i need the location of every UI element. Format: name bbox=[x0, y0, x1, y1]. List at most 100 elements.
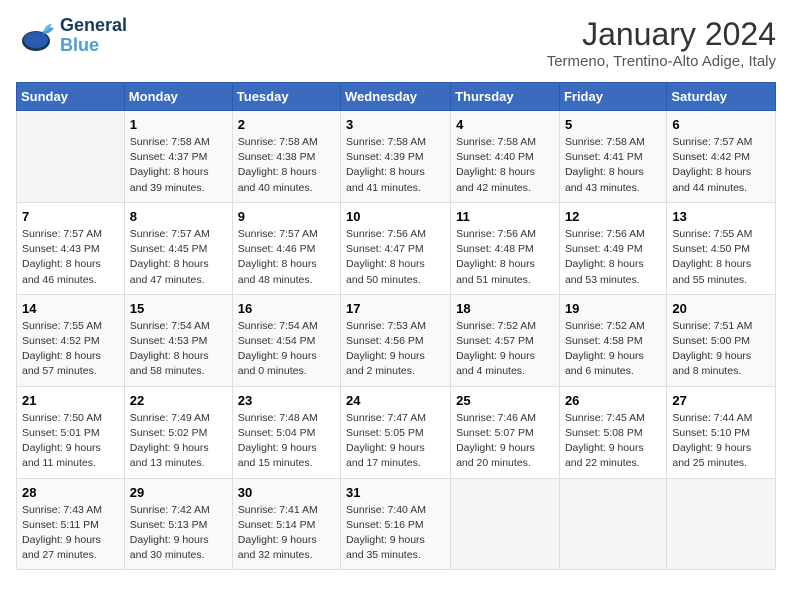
day-cell: 13 Sunrise: 7:55 AMSunset: 4:50 PMDayligh… bbox=[667, 202, 776, 294]
day-number: 17 bbox=[346, 301, 445, 316]
day-cell: 29Sunrise: 7:42 AMSunset: 5:13 PMDayligh… bbox=[124, 478, 232, 570]
header-row: SundayMondayTuesdayWednesdayThursdayFrid… bbox=[17, 83, 776, 111]
day-cell: 1 Sunrise: 7:58 AMSunset: 4:37 PMDaylight… bbox=[124, 111, 232, 203]
week-row-2: 7 Sunrise: 7:57 AMSunset: 4:43 PMDaylight… bbox=[17, 202, 776, 294]
day-info: Sunrise: 7:49 AMSunset: 5:02 PMDaylight:… bbox=[130, 411, 227, 472]
day-cell: 25 Sunrise: 7:46 AMSunset: 5:07 PMDayligh… bbox=[451, 386, 560, 478]
day-cell: 6 Sunrise: 7:57 AMSunset: 4:42 PMDaylight… bbox=[667, 111, 776, 203]
day-info: Sunrise: 7:58 AMSunset: 4:38 PMDaylight:… bbox=[238, 135, 335, 196]
day-info: Sunrise: 7:57 AMSunset: 4:46 PMDaylight:… bbox=[238, 227, 335, 288]
day-cell: 22 Sunrise: 7:49 AMSunset: 5:02 PMDayligh… bbox=[124, 386, 232, 478]
day-info: Sunrise: 7:58 AMSunset: 4:39 PMDaylight:… bbox=[346, 135, 445, 196]
day-info: Sunrise: 7:40 AMSunset: 5:16 PMDaylight:… bbox=[346, 503, 445, 564]
day-number: 24 bbox=[346, 393, 445, 408]
header-cell-friday: Friday bbox=[559, 83, 666, 111]
calendar-body: 1 Sunrise: 7:58 AMSunset: 4:37 PMDaylight… bbox=[17, 111, 776, 570]
day-cell bbox=[17, 111, 125, 203]
logo-general: General bbox=[60, 16, 127, 36]
day-number: 30 bbox=[238, 485, 335, 500]
day-cell: 5Sunrise: 7:58 AMSunset: 4:41 PMDaylight… bbox=[559, 111, 666, 203]
day-number: 22 bbox=[130, 393, 227, 408]
week-row-1: 1 Sunrise: 7:58 AMSunset: 4:37 PMDaylight… bbox=[17, 111, 776, 203]
day-cell: 4 Sunrise: 7:58 AMSunset: 4:40 PMDaylight… bbox=[451, 111, 560, 203]
day-info: Sunrise: 7:45 AMSunset: 5:08 PMDaylight:… bbox=[565, 411, 661, 472]
day-cell: 18Sunrise: 7:52 AMSunset: 4:57 PMDayligh… bbox=[451, 294, 560, 386]
day-cell: 10 Sunrise: 7:56 AMSunset: 4:47 PMDayligh… bbox=[341, 202, 451, 294]
day-info: Sunrise: 7:56 AMSunset: 4:49 PMDaylight:… bbox=[565, 227, 661, 288]
day-number: 1 bbox=[130, 117, 227, 132]
day-number: 12 bbox=[565, 209, 661, 224]
day-cell: 28 Sunrise: 7:43 AMSunset: 5:11 PMDayligh… bbox=[17, 478, 125, 570]
calendar-subtitle: Termeno, Trentino-Alto Adige, Italy bbox=[547, 53, 776, 70]
day-cell: 26 Sunrise: 7:45 AMSunset: 5:08 PMDayligh… bbox=[559, 386, 666, 478]
header-cell-monday: Monday bbox=[124, 83, 232, 111]
day-cell: 9 Sunrise: 7:57 AMSunset: 4:46 PMDaylight… bbox=[232, 202, 340, 294]
calendar-title: January 2024 bbox=[547, 16, 776, 53]
day-number: 4 bbox=[456, 117, 554, 132]
header-cell-wednesday: Wednesday bbox=[341, 83, 451, 111]
day-number: 28 bbox=[22, 485, 119, 500]
logo-blue: Blue bbox=[60, 36, 127, 56]
day-info: Sunrise: 7:42 AMSunset: 5:13 PMDaylight:… bbox=[130, 503, 227, 564]
day-cell: 27 Sunrise: 7:44 AMSunset: 5:10 PMDayligh… bbox=[667, 386, 776, 478]
day-info: Sunrise: 7:43 AMSunset: 5:11 PMDaylight:… bbox=[22, 503, 119, 564]
day-number: 3 bbox=[346, 117, 445, 132]
day-info: Sunrise: 7:57 AMSunset: 4:42 PMDaylight:… bbox=[672, 135, 770, 196]
day-number: 11 bbox=[456, 209, 554, 224]
day-info: Sunrise: 7:56 AMSunset: 4:48 PMDaylight:… bbox=[456, 227, 554, 288]
day-number: 20 bbox=[672, 301, 770, 316]
day-number: 14 bbox=[22, 301, 119, 316]
day-cell: 15Sunrise: 7:54 AMSunset: 4:53 PMDayligh… bbox=[124, 294, 232, 386]
day-info: Sunrise: 7:44 AMSunset: 5:10 PMDaylight:… bbox=[672, 411, 770, 472]
calendar-header: SundayMondayTuesdayWednesdayThursdayFrid… bbox=[17, 83, 776, 111]
day-info: Sunrise: 7:52 AMSunset: 4:58 PMDaylight:… bbox=[565, 319, 661, 380]
day-cell: 17 Sunrise: 7:53 AMSunset: 4:56 PMDayligh… bbox=[341, 294, 451, 386]
day-cell: 24Sunrise: 7:47 AMSunset: 5:05 PMDayligh… bbox=[341, 386, 451, 478]
day-info: Sunrise: 7:50 AMSunset: 5:01 PMDaylight:… bbox=[22, 411, 119, 472]
day-info: Sunrise: 7:56 AMSunset: 4:47 PMDaylight:… bbox=[346, 227, 445, 288]
day-number: 19 bbox=[565, 301, 661, 316]
day-info: Sunrise: 7:48 AMSunset: 5:04 PMDaylight:… bbox=[238, 411, 335, 472]
day-number: 10 bbox=[346, 209, 445, 224]
day-info: Sunrise: 7:58 AMSunset: 4:37 PMDaylight:… bbox=[130, 135, 227, 196]
day-info: Sunrise: 7:57 AMSunset: 4:43 PMDaylight:… bbox=[22, 227, 119, 288]
logo-icon bbox=[16, 16, 56, 56]
day-cell: 12 Sunrise: 7:56 AMSunset: 4:49 PMDayligh… bbox=[559, 202, 666, 294]
day-info: Sunrise: 7:53 AMSunset: 4:56 PMDaylight:… bbox=[346, 319, 445, 380]
day-cell: 8Sunrise: 7:57 AMSunset: 4:45 PMDaylight… bbox=[124, 202, 232, 294]
header-cell-tuesday: Tuesday bbox=[232, 83, 340, 111]
week-row-4: 21 Sunrise: 7:50 AMSunset: 5:01 PMDayligh… bbox=[17, 386, 776, 478]
day-info: Sunrise: 7:41 AMSunset: 5:14 PMDaylight:… bbox=[238, 503, 335, 564]
day-number: 21 bbox=[22, 393, 119, 408]
day-info: Sunrise: 7:51 AMSunset: 5:00 PMDaylight:… bbox=[672, 319, 770, 380]
day-number: 23 bbox=[238, 393, 335, 408]
day-number: 26 bbox=[565, 393, 661, 408]
day-number: 25 bbox=[456, 393, 554, 408]
day-number: 7 bbox=[22, 209, 119, 224]
header-cell-sunday: Sunday bbox=[17, 83, 125, 111]
day-cell: 21 Sunrise: 7:50 AMSunset: 5:01 PMDayligh… bbox=[17, 386, 125, 478]
day-cell bbox=[667, 478, 776, 570]
day-cell: 19 Sunrise: 7:52 AMSunset: 4:58 PMDayligh… bbox=[559, 294, 666, 386]
day-cell: 20 Sunrise: 7:51 AMSunset: 5:00 PMDayligh… bbox=[667, 294, 776, 386]
day-number: 16 bbox=[238, 301, 335, 316]
title-area: January 2024 Termeno, Trentino-Alto Adig… bbox=[547, 16, 776, 70]
header: General Blue January 2024 Termeno, Trent… bbox=[16, 16, 776, 70]
day-number: 6 bbox=[672, 117, 770, 132]
week-row-3: 14Sunrise: 7:55 AMSunset: 4:52 PMDayligh… bbox=[17, 294, 776, 386]
header-cell-saturday: Saturday bbox=[667, 83, 776, 111]
day-number: 9 bbox=[238, 209, 335, 224]
day-number: 31 bbox=[346, 485, 445, 500]
day-number: 5 bbox=[565, 117, 661, 132]
calendar-table: SundayMondayTuesdayWednesdayThursdayFrid… bbox=[16, 82, 776, 570]
day-info: Sunrise: 7:46 AMSunset: 5:07 PMDaylight:… bbox=[456, 411, 554, 472]
day-number: 15 bbox=[130, 301, 227, 316]
day-info: Sunrise: 7:54 AMSunset: 4:54 PMDaylight:… bbox=[238, 319, 335, 380]
day-info: Sunrise: 7:52 AMSunset: 4:57 PMDaylight:… bbox=[456, 319, 554, 380]
day-number: 27 bbox=[672, 393, 770, 408]
day-number: 13 bbox=[672, 209, 770, 224]
day-cell: 31 Sunrise: 7:40 AMSunset: 5:16 PMDayligh… bbox=[341, 478, 451, 570]
day-info: Sunrise: 7:55 AMSunset: 4:50 PMDaylight:… bbox=[672, 227, 770, 288]
day-info: Sunrise: 7:58 AMSunset: 4:40 PMDaylight:… bbox=[456, 135, 554, 196]
day-cell: 14Sunrise: 7:55 AMSunset: 4:52 PMDayligh… bbox=[17, 294, 125, 386]
